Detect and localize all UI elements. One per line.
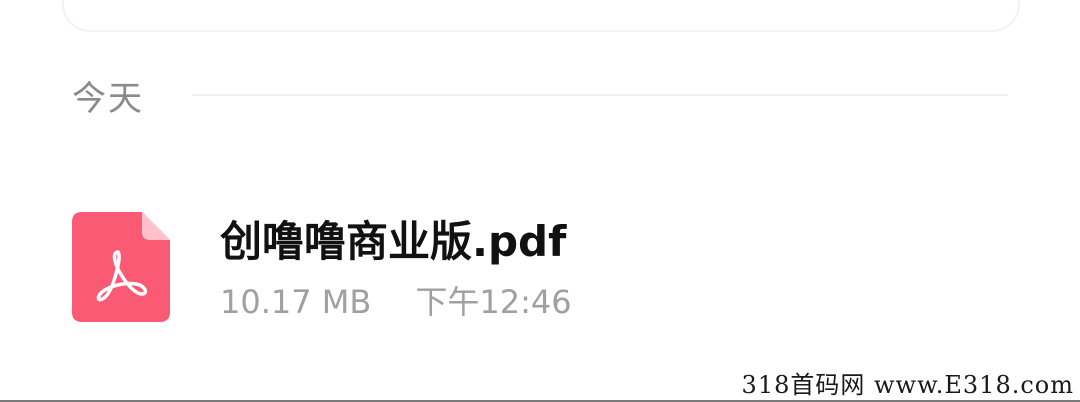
- pdf-file-icon: [72, 212, 170, 322]
- file-list-item[interactable]: 创噜噜商业版.pdf 10.17 MB 下午12:46: [72, 212, 1008, 324]
- file-size: 10.17 MB: [220, 283, 372, 321]
- watermark-text: 318首码网 www.E318.com: [741, 371, 1074, 399]
- file-meta: 10.17 MB 下午12:46: [220, 282, 572, 322]
- file-info: 创噜噜商业版.pdf 10.17 MB 下午12:46: [220, 212, 572, 322]
- section-divider: [192, 94, 1008, 96]
- screen: 今天 创噜噜商业版.pdf 10.17 MB 下午12:46 318首码网 ww…: [0, 0, 1080, 402]
- file-time: 下午12:46: [415, 283, 572, 321]
- section-title: 今天: [72, 78, 144, 119]
- top-card: [62, 0, 1020, 32]
- file-name: 创噜噜商业版.pdf: [220, 217, 567, 266]
- section-header-today: 今天: [72, 72, 1008, 119]
